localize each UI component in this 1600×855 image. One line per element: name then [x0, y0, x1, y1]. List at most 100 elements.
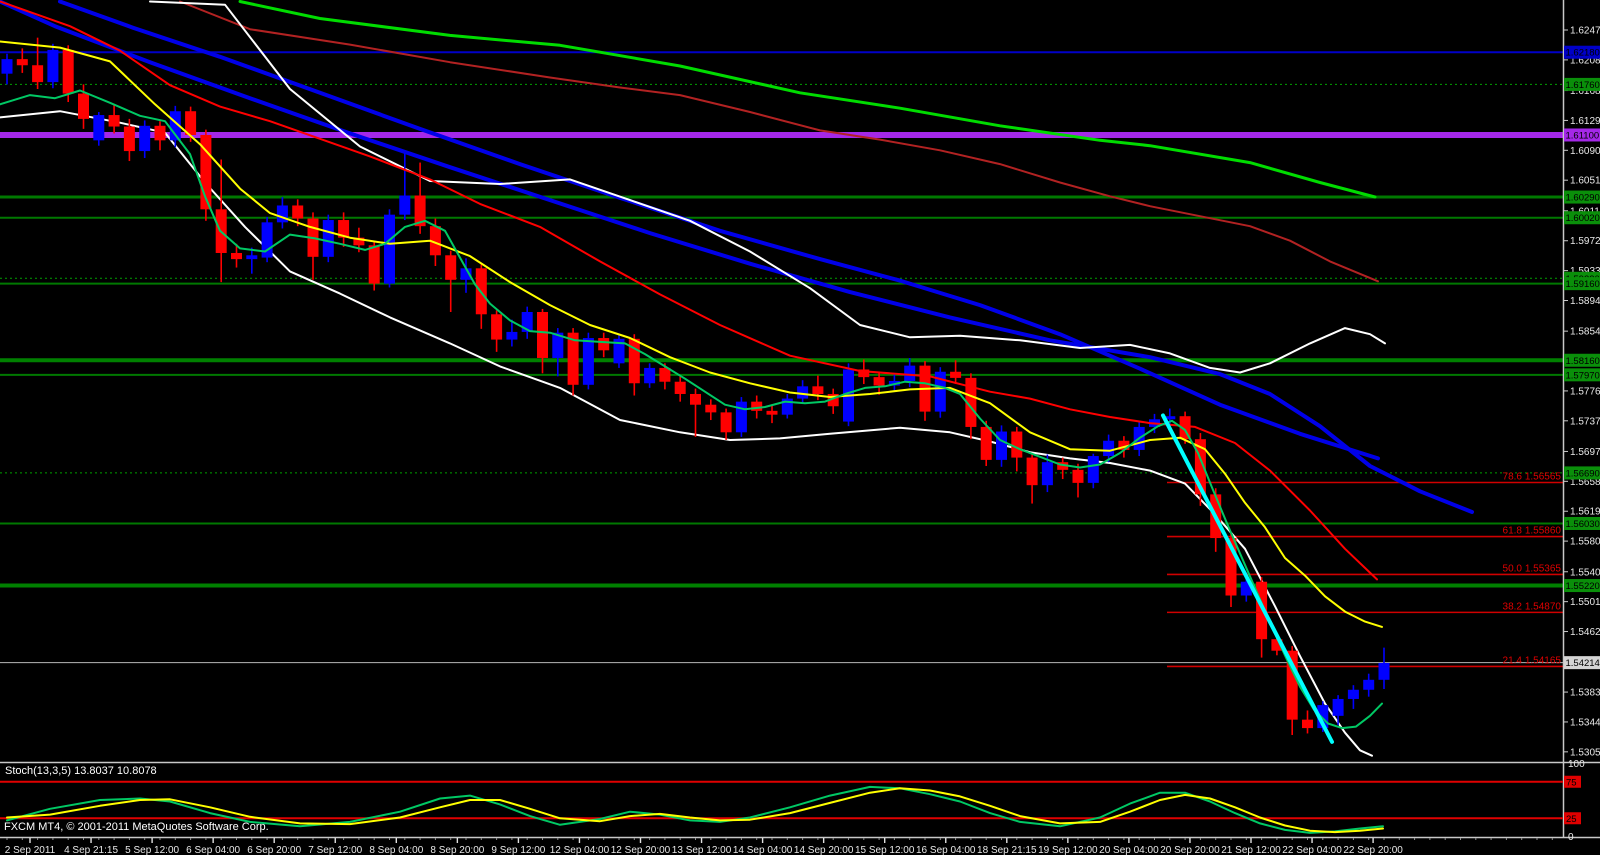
price-tag-label: 1.58160: [1566, 356, 1600, 367]
candle-bearish: [1011, 432, 1022, 458]
candle-bearish: [537, 312, 548, 358]
candle-bearish: [981, 427, 992, 460]
candle-bearish: [659, 368, 670, 382]
candle-bullish: [139, 126, 150, 151]
price-tag-label: 1.54214: [1566, 658, 1600, 669]
candle-bearish: [63, 50, 74, 94]
price-tick-label: 1.57760: [1570, 386, 1600, 397]
fib-level-value: 1.55365: [1525, 563, 1562, 574]
time-axis-label: 9 Sep 12:00: [491, 845, 545, 855]
candle-bullish: [384, 215, 395, 284]
price-tag-label: 1.57970: [1566, 370, 1600, 381]
candle-bearish: [950, 372, 961, 378]
price-tick-label: 1.57370: [1570, 416, 1600, 427]
candle-bullish: [644, 368, 655, 383]
candle-bearish: [292, 205, 303, 218]
candle-bullish: [323, 220, 334, 257]
candle-bearish: [1073, 470, 1084, 483]
time-axis-label: 22 Sep 20:00: [1343, 845, 1403, 855]
candle-bearish: [369, 245, 380, 283]
price-tick-label: 1.56970: [1570, 447, 1600, 458]
fib-level-value: 1.54870: [1525, 601, 1562, 612]
price-tick-label: 1.60900: [1570, 146, 1600, 157]
candle-bearish: [751, 402, 762, 411]
time-axis-label: 8 Sep 20:00: [430, 845, 484, 855]
price-tick-label: 1.56190: [1570, 507, 1600, 518]
candle-bullish: [47, 50, 58, 82]
fib-level-value: 1.56565: [1525, 471, 1562, 482]
price-tick-label: 1.59720: [1570, 236, 1600, 247]
chart-background: [0, 0, 1600, 855]
price-tag-label: 1.61760: [1566, 80, 1600, 91]
candle-bearish: [1302, 720, 1313, 728]
price-tag-label: 1.56690: [1566, 468, 1600, 479]
candle-bearish: [1027, 458, 1038, 486]
price-tag-label: 1.62180: [1566, 48, 1600, 59]
fib-level-value: 1.54165: [1525, 655, 1562, 666]
time-axis-label: 12 Sep 04:00: [550, 845, 610, 855]
stoch-tag-label: 75: [1566, 777, 1577, 788]
time-axis-label: 6 Sep 04:00: [186, 845, 240, 855]
price-tick-label: 1.53050: [1570, 747, 1600, 758]
price-tick-label: 1.61290: [1570, 116, 1600, 127]
candle-bullish: [904, 366, 915, 381]
time-axis-label: 8 Sep 04:00: [369, 845, 423, 855]
fib-level-label: 78.6: [1503, 471, 1523, 482]
time-axis-label: 2 Sep 2011: [5, 845, 56, 855]
price-tick-label: 1.55400: [1570, 567, 1600, 578]
fib-level-label: 61.8: [1503, 526, 1523, 537]
price-tag-label: 1.60020: [1566, 213, 1600, 224]
time-axis-label: 19 Sep 12:00: [1038, 845, 1098, 855]
candle-bearish: [767, 411, 778, 415]
time-axis-label: 16 Sep 04:00: [916, 845, 976, 855]
candle-bullish: [583, 338, 594, 385]
candle-bullish: [736, 402, 747, 433]
fib-level-label: 21.4: [1503, 655, 1523, 666]
candle-bearish: [874, 377, 885, 385]
time-axis-label: 15 Sep 12:00: [855, 845, 915, 855]
copyright-label: FXCM MT4, © 2001-2011 MetaQuotes Softwar…: [4, 821, 269, 833]
stoch-indicator-label: Stoch(13,3,5) 13.8037 10.8078: [5, 765, 157, 777]
time-axis-label: 21 Sep 12:00: [1221, 845, 1281, 855]
time-axis-label: 6 Sep 20:00: [247, 845, 301, 855]
candle-bearish: [32, 65, 43, 82]
fib-level-label: 38.2: [1503, 601, 1523, 612]
fib-level-label: 50.0: [1503, 563, 1523, 574]
price-tick-label: 1.62470: [1570, 26, 1600, 37]
candle-bearish: [675, 382, 686, 394]
stoch-scale-label: 0: [1568, 832, 1574, 843]
candle-bullish: [93, 115, 104, 140]
price-tag-label: 1.60290: [1566, 193, 1600, 204]
chart-canvas[interactable]: 78.61.5656561.81.5586050.01.5536538.21.5…: [0, 0, 1600, 855]
time-axis-label: 22 Sep 04:00: [1282, 845, 1342, 855]
time-axis-label: 13 Sep 12:00: [672, 845, 732, 855]
price-tick-label: 1.58940: [1570, 296, 1600, 307]
candle-bearish: [812, 386, 823, 394]
stoch-tag-label: 25: [1566, 814, 1577, 825]
candle-bullish: [1103, 441, 1114, 456]
time-axis-label: 12 Sep 20:00: [611, 845, 671, 855]
candle-bullish: [797, 386, 808, 398]
price-tag-label: 1.59160: [1566, 279, 1600, 290]
candle-bullish: [996, 432, 1007, 460]
time-axis-label: 20 Sep 20:00: [1160, 845, 1220, 855]
price-tick-label: 1.55010: [1570, 597, 1600, 608]
candle-bearish: [124, 127, 135, 152]
fib-level-value: 1.55860: [1525, 526, 1562, 537]
candle-bearish: [445, 255, 456, 280]
time-axis-label: 7 Sep 12:00: [308, 845, 362, 855]
candle-bullish: [506, 332, 517, 340]
candle-bullish: [1333, 699, 1344, 716]
time-axis-label: 5 Sep 12:00: [125, 845, 179, 855]
candle-bearish: [721, 412, 732, 432]
time-axis-label: 20 Sep 04:00: [1099, 845, 1159, 855]
candle-bearish: [491, 314, 502, 339]
price-tag-label: 1.56030: [1566, 519, 1600, 530]
candle-bullish: [1042, 462, 1053, 485]
time-axis-label: 14 Sep 20:00: [794, 845, 854, 855]
candle-bearish: [78, 94, 89, 119]
price-tag-label: 1.55220: [1566, 581, 1600, 592]
candle-bullish: [1088, 456, 1099, 483]
time-axis-label: 14 Sep 04:00: [733, 845, 793, 855]
candle-bearish: [155, 126, 166, 141]
